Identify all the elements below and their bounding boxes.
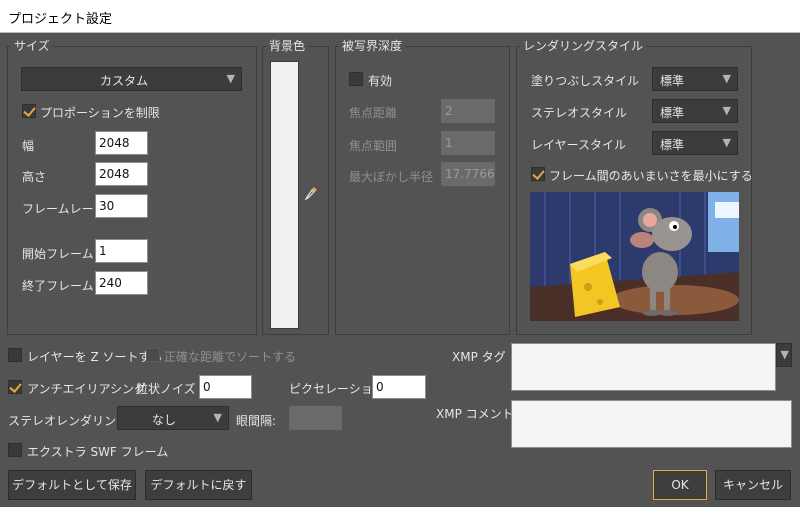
ok-button[interactable]: OK bbox=[653, 470, 707, 500]
focus-range-field[interactable]: 1 bbox=[441, 131, 495, 155]
height-label: 高さ bbox=[22, 170, 47, 184]
constrain-proportions-checkbox[interactable] bbox=[22, 104, 36, 118]
stereo-dropdown[interactable]: なし ▼ bbox=[117, 406, 229, 430]
eyedropper-icon[interactable] bbox=[304, 186, 318, 202]
stroke-style-label: ステレオスタイル bbox=[531, 106, 628, 120]
antialias-label: アンチエイリアシング bbox=[27, 382, 147, 396]
size-group-label: サイズ bbox=[11, 39, 53, 53]
start-frame-field[interactable]: 1 bbox=[95, 239, 148, 263]
start-frame-label: 開始フレーム bbox=[22, 247, 94, 261]
dof-enable-label: 有効 bbox=[368, 74, 393, 88]
dof-enable-checkbox[interactable] bbox=[349, 72, 363, 86]
chevron-down-icon: ▼ bbox=[722, 136, 731, 149]
focus-distance-label: 焦点距離 bbox=[349, 106, 398, 120]
xmp-comment-label: XMP コメント bbox=[436, 407, 514, 421]
xmp-tag-label: XMP タグ bbox=[452, 350, 506, 364]
width-field[interactable]: 2048 bbox=[95, 131, 148, 155]
dof-group-label: 被写界深度 bbox=[339, 39, 406, 53]
max-blur-label: 最大ぼかし半径 bbox=[349, 170, 434, 184]
layer-style-value: 標準 bbox=[660, 138, 685, 152]
fill-style-value: 標準 bbox=[660, 74, 685, 88]
zsort-label: レイヤーを Z ソートする bbox=[27, 350, 163, 364]
focus-range-label: 焦点範囲 bbox=[349, 139, 398, 153]
layer-style-dropdown[interactable]: 標準 ▼ bbox=[652, 131, 738, 155]
extra-swf-checkbox[interactable] bbox=[8, 443, 22, 457]
pixelation-label: ピクセレーション bbox=[289, 382, 385, 396]
size-preset-dropdown[interactable]: カスタム ▼ bbox=[21, 67, 242, 91]
noise-label: 粒状ノイズ bbox=[136, 382, 196, 396]
xmp-tag-dropdown[interactable]: ▼ bbox=[776, 343, 792, 367]
xmp-comment-field[interactable] bbox=[511, 400, 792, 448]
end-frame-field[interactable]: 240 bbox=[95, 271, 148, 295]
width-label: 幅 bbox=[22, 139, 35, 153]
render-preview-image bbox=[530, 192, 739, 321]
constrain-proportions-label: プロポーションを制限 bbox=[40, 106, 160, 120]
stereo-label: ステレオレンダリング: bbox=[8, 414, 133, 428]
framerate-field[interactable]: 30 bbox=[95, 194, 148, 218]
noise-field[interactable]: 0 bbox=[199, 375, 252, 399]
chevron-down-icon: ▼ bbox=[722, 72, 731, 85]
extra-swf-label: エクストラ SWF フレーム bbox=[27, 445, 169, 459]
pixelation-field[interactable]: 0 bbox=[372, 375, 426, 399]
stroke-style-value: 標準 bbox=[660, 106, 685, 120]
eye-distance-label: 眼間隔: bbox=[236, 414, 277, 428]
background-color-swatch[interactable] bbox=[270, 61, 299, 329]
xmp-tag-field[interactable] bbox=[511, 343, 776, 391]
dof-group bbox=[335, 46, 510, 335]
height-field[interactable]: 2048 bbox=[95, 162, 148, 186]
size-preset-value: カスタム bbox=[100, 74, 149, 88]
stroke-style-dropdown[interactable]: 標準 ▼ bbox=[652, 99, 738, 123]
cancel-button[interactable]: キャンセル bbox=[715, 470, 791, 500]
fill-style-label: 塗りつぶしスタイル bbox=[531, 74, 640, 88]
chevron-down-icon: ▼ bbox=[722, 104, 731, 117]
render-style-group-label: レンダリングスタイル bbox=[520, 39, 647, 53]
title-bar: プロジェクト設定 bbox=[0, 0, 800, 33]
window-title: プロジェクト設定 bbox=[8, 12, 113, 27]
eye-distance-field[interactable] bbox=[289, 406, 342, 430]
stereo-value: なし bbox=[152, 413, 177, 427]
framerate-label: フレームレート bbox=[22, 202, 106, 216]
zsort-checkbox[interactable] bbox=[8, 348, 22, 362]
revert-default-button[interactable]: デフォルトに戻す bbox=[145, 470, 252, 500]
layer-style-label: レイヤースタイル bbox=[531, 138, 627, 152]
chevron-down-icon: ▼ bbox=[226, 72, 235, 85]
background-group-label: 背景色 bbox=[266, 39, 309, 53]
fill-style-dropdown[interactable]: 標準 ▼ bbox=[652, 67, 738, 91]
chevron-down-icon: ▼ bbox=[213, 411, 222, 424]
minimize-ambiguity-label: フレーム間のあいまいさを最小にする bbox=[549, 169, 753, 183]
minimize-ambiguity-checkbox[interactable] bbox=[531, 167, 545, 181]
chevron-down-icon: ▼ bbox=[780, 348, 789, 361]
exact-distance-checkbox[interactable] bbox=[146, 348, 160, 362]
exact-distance-label: 正確な距離でソートする bbox=[164, 350, 297, 364]
max-blur-field[interactable]: 17.7766 bbox=[441, 162, 495, 186]
antialias-checkbox[interactable] bbox=[8, 380, 22, 394]
focus-distance-field[interactable]: 2 bbox=[441, 99, 495, 123]
end-frame-label: 終了フレーム bbox=[22, 279, 94, 293]
save-default-button[interactable]: デフォルトとして保存 bbox=[8, 470, 136, 500]
